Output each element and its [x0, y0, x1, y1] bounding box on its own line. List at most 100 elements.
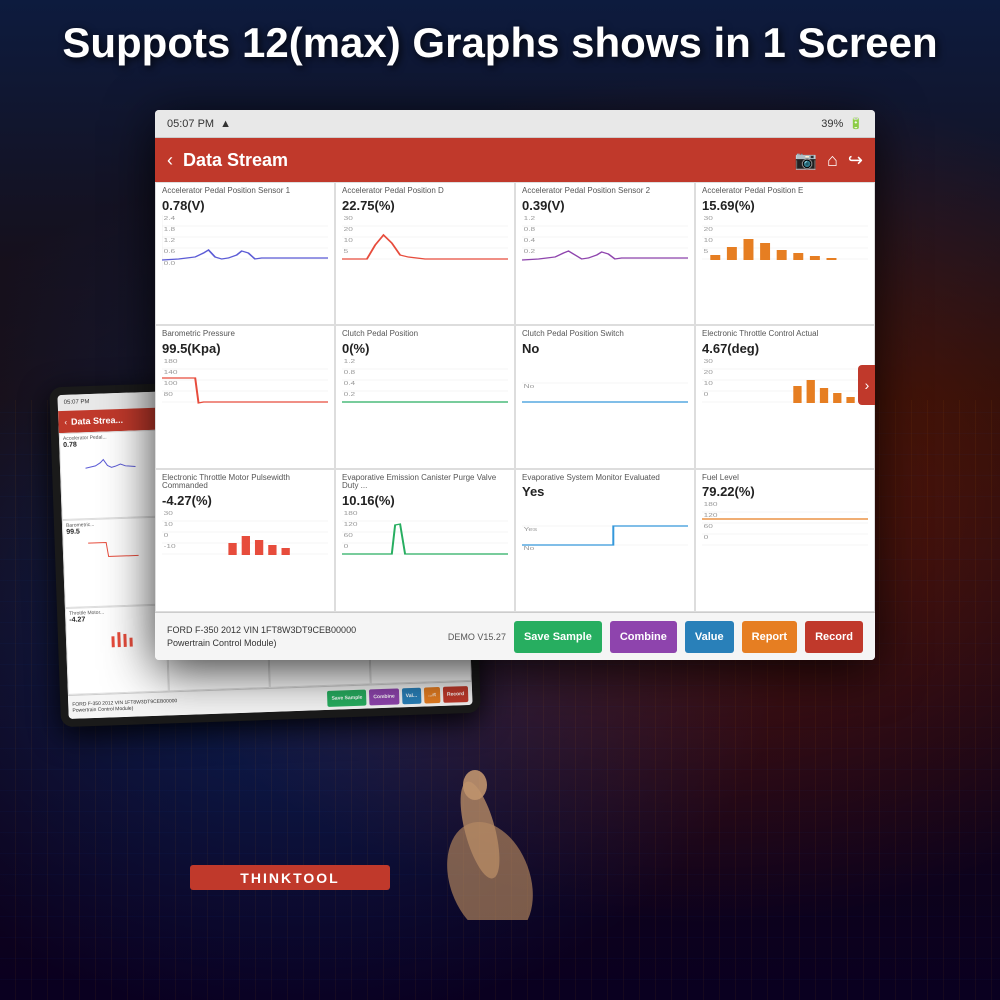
graph-canvas-6: 1.2 0.8 0.4 0.2 — [342, 358, 508, 413]
svg-text:No: No — [524, 384, 535, 389]
graph-canvas-11: Yes No — [522, 501, 688, 556]
svg-text:0.0: 0.0 — [164, 261, 176, 266]
record-button[interactable]: Record — [805, 621, 863, 653]
graph-canvas-3: 1.2 0.8 0.4 0.2 — [522, 215, 688, 270]
graph-value-2: 22.75(%) — [342, 198, 508, 213]
graph-label-8: Electronic Throttle Control Actual — [702, 330, 868, 339]
status-bar: 05:07 PM ▲ 39% 🔋 — [155, 110, 875, 138]
status-right: 39% 🔋 — [821, 117, 863, 130]
svg-text:No: No — [524, 547, 535, 552]
svg-text:180: 180 — [344, 512, 358, 517]
graph-cell-12: Fuel Level 79.22(%) 180 120 60 0 — [695, 469, 875, 612]
graph-value-7: No — [522, 341, 688, 356]
svg-text:60: 60 — [344, 534, 353, 539]
svg-text:20: 20 — [344, 227, 353, 232]
combine-button[interactable]: Combine — [610, 621, 677, 653]
small-record-btn[interactable]: Record — [443, 686, 469, 703]
back-button[interactable]: ‹ — [167, 150, 173, 171]
vehicle-info: FORD F-350 2012 VIN 1FT8W3DT9CEB00000 Po… — [167, 624, 440, 649]
small-save-btn[interactable]: Save Sample — [327, 689, 366, 706]
graph-label-6: Clutch Pedal Position — [342, 330, 508, 339]
camera-icon[interactable]: 📷 — [795, 150, 817, 171]
home-icon[interactable]: ⌂ — [827, 150, 838, 171]
svg-text:0.6: 0.6 — [164, 249, 176, 254]
svg-text:0.2: 0.2 — [524, 249, 536, 254]
exit-icon[interactable]: ↪ — [848, 150, 863, 171]
svg-text:Yes: Yes — [524, 528, 538, 533]
svg-text:30: 30 — [344, 216, 353, 221]
small-cell-9: Throttle Motor... -4.27 — [65, 604, 169, 695]
svg-text:140: 140 — [164, 370, 178, 375]
svg-text:10: 10 — [704, 381, 713, 386]
small-cell-5: Barometric... 99.5 — [62, 517, 166, 608]
demo-badge: DEMO V15.27 — [448, 632, 506, 642]
graph-cell-9: Electronic Throttle Motor Pulsewidth Com… — [155, 469, 335, 612]
svg-text:-10: -10 — [164, 545, 176, 550]
graph-value-10: 10.16(%) — [342, 493, 508, 508]
svg-text:30: 30 — [164, 512, 173, 517]
graph-value-6: 0(%) — [342, 341, 508, 356]
small-cell-1: Accelerator Pedal... 0.78 — [59, 430, 163, 521]
svg-text:30: 30 — [704, 359, 713, 364]
svg-text:10: 10 — [344, 238, 353, 243]
hand-hint — [380, 720, 580, 920]
report-button[interactable]: Report — [742, 621, 797, 653]
svg-text:1.2: 1.2 — [164, 238, 176, 243]
save-sample-button[interactable]: Save Sample — [514, 621, 602, 653]
graph-label-4: Accelerator Pedal Position E — [702, 187, 868, 196]
svg-text:1.8: 1.8 — [164, 227, 176, 232]
svg-text:20: 20 — [704, 370, 713, 375]
graph-cell-11: Evaporative System Monitor Evaluated Yes… — [515, 469, 695, 612]
graph-cell-2: Accelerator Pedal Position D 22.75(%) 30… — [335, 182, 515, 325]
svg-text:0: 0 — [164, 534, 169, 539]
graph-value-5: 99.5(Kpa) — [162, 341, 328, 356]
small-time: 05:07 PM — [64, 399, 90, 406]
vehicle-line1: FORD F-350 2012 VIN 1FT8W3DT9CEB00000 — [167, 624, 440, 637]
small-report-btn[interactable]: ...rt — [424, 686, 440, 703]
graph-canvas-2: 30 20 10 5 — [342, 215, 508, 270]
signal-icon: ▲ — [220, 118, 231, 130]
graph-label-7: Clutch Pedal Position Switch — [522, 330, 688, 339]
svg-text:120: 120 — [704, 514, 718, 519]
graph-cell-5: Barometric Pressure 99.5(Kpa) 180 140 10… — [155, 325, 335, 468]
small-combine-btn[interactable]: Combine — [369, 688, 399, 705]
small-nav-title: Data Strea... — [71, 415, 123, 427]
svg-text:20: 20 — [704, 227, 713, 232]
nav-title: Data Stream — [183, 150, 785, 171]
graph-label-2: Accelerator Pedal Position D — [342, 187, 508, 196]
svg-text:0: 0 — [344, 545, 349, 550]
svg-text:60: 60 — [704, 525, 713, 530]
svg-text:180: 180 — [164, 359, 178, 364]
bottom-bar: FORD F-350 2012 VIN 1FT8W3DT9CEB00000 Po… — [155, 612, 875, 660]
graph-cell-10: Evaporative Emission Canister Purge Valv… — [335, 469, 515, 612]
svg-text:0.8: 0.8 — [524, 227, 536, 232]
graph-canvas-8: 30 20 10 0 — [702, 358, 868, 413]
svg-text:1.2: 1.2 — [344, 359, 356, 364]
graphs-content: Accelerator Pedal Position Sensor 1 0.78… — [155, 182, 875, 612]
value-button[interactable]: Value — [685, 621, 734, 653]
graph-canvas-10: 180 120 60 0 — [342, 510, 508, 565]
graph-cell-1: Accelerator Pedal Position Sensor 1 0.78… — [155, 182, 335, 325]
svg-text:10: 10 — [704, 238, 713, 243]
graph-label-1: Accelerator Pedal Position Sensor 1 — [162, 187, 328, 196]
svg-text:5: 5 — [704, 249, 709, 254]
main-screen: 05:07 PM ▲ 39% 🔋 ‹ Data Stream 📷 ⌂ ↪ Acc… — [155, 110, 875, 660]
svg-text:30: 30 — [704, 216, 713, 221]
side-expand-button[interactable]: › — [858, 365, 875, 405]
nav-bar: ‹ Data Stream 📷 ⌂ ↪ — [155, 138, 875, 182]
svg-text:2.4: 2.4 — [164, 216, 176, 221]
graph-canvas-7: No — [522, 358, 688, 413]
svg-text:80: 80 — [164, 392, 173, 397]
svg-text:120: 120 — [344, 523, 358, 528]
graph-cell-7: Clutch Pedal Position Switch No No — [515, 325, 695, 468]
graph-cell-4: Accelerator Pedal Position E 15.69(%) — [695, 182, 875, 325]
graph-cell-6: Clutch Pedal Position 0(%) 1.2 0.8 0.4 0… — [335, 325, 515, 468]
svg-text:1.2: 1.2 — [524, 216, 536, 221]
small-value-btn[interactable]: Val... — [401, 687, 421, 704]
graph-cell-8: Electronic Throttle Control Actual 4.67(… — [695, 325, 875, 468]
graph-value-8: 4.67(deg) — [702, 341, 868, 356]
status-left: 05:07 PM ▲ — [167, 118, 231, 130]
svg-text:10: 10 — [164, 523, 173, 528]
graph-label-5: Barometric Pressure — [162, 330, 328, 339]
headline: Suppots 12(max) Graphs shows in 1 Screen — [0, 18, 1000, 68]
